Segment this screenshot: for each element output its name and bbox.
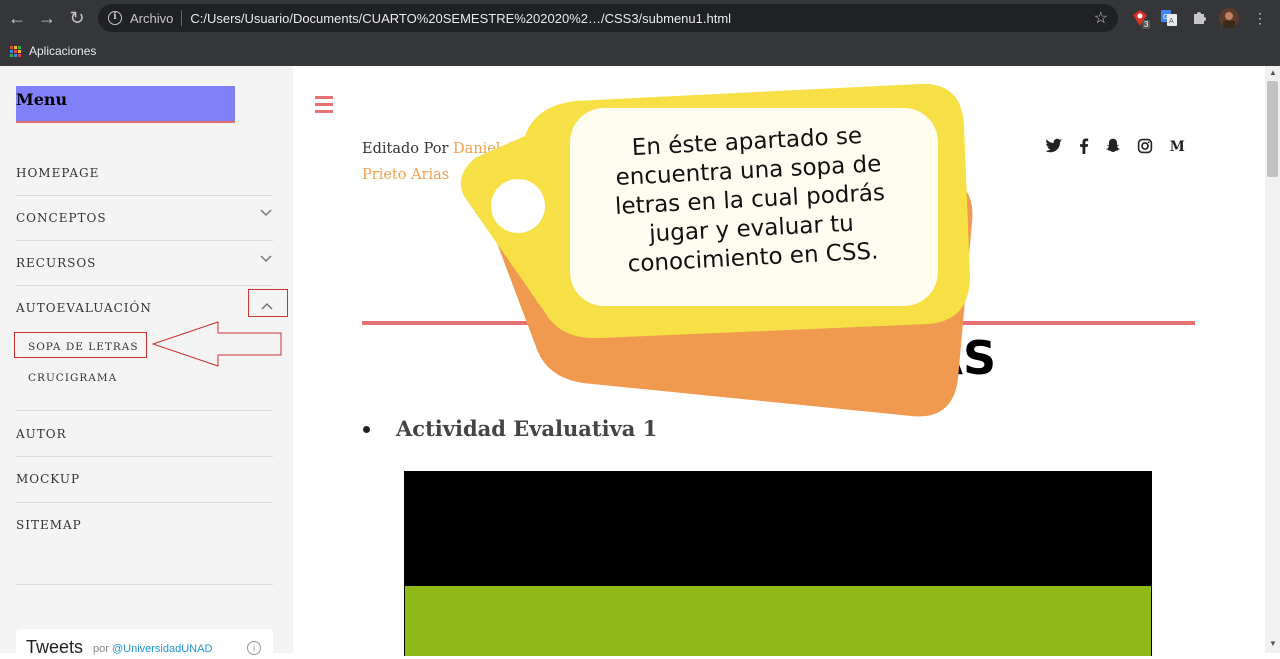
address-url[interactable]: C:/Users/Usuario/Documents/CUARTO%20SEME… [190, 11, 1070, 26]
tweets-handle-link[interactable]: @UniversidadUNAD [112, 643, 212, 655]
address-bar[interactable]: i Archivo C:/Users/Usuario/Documents/CUA… [98, 4, 1118, 32]
highlight-box-sopa [14, 332, 147, 358]
bullet-dot [363, 426, 370, 433]
info-icon[interactable]: i [108, 11, 122, 25]
embedded-activity-band[interactable] [404, 586, 1152, 656]
extension-badge: 3 [1142, 20, 1151, 29]
sidebar-item-sitemap[interactable]: SITEMAP [16, 518, 273, 532]
translate-icon[interactable]: GA [1159, 8, 1179, 28]
page-viewport: Menu HOMEPAGE CONCEPTOS RECURSOS AUTOEVA… [0, 66, 1280, 659]
address-scheme: Archivo [130, 10, 174, 26]
forward-arrow-icon[interactable]: → [32, 3, 62, 33]
medium-icon[interactable]: M [1169, 138, 1185, 154]
sidebar-divider [16, 410, 273, 411]
sidebar-item-mockup[interactable]: MOCKUP [16, 472, 273, 486]
sidebar-divider [16, 285, 273, 286]
hamburger-menu-icon[interactable] [315, 96, 333, 117]
social-links: M [1045, 138, 1185, 154]
address-separator [181, 10, 183, 26]
tweets-byline: por @UniversidadUNAD [93, 643, 212, 655]
browser-toolbar: ← → ↻ i Archivo C:/Users/Usuario/Documen… [0, 0, 1280, 36]
profile-avatar[interactable] [1219, 8, 1239, 28]
instagram-icon[interactable] [1137, 138, 1153, 154]
apps-grid-icon[interactable] [10, 45, 21, 57]
svg-text:M: M [1170, 139, 1185, 154]
chevron-down-icon[interactable] [260, 252, 272, 266]
page-scrollbar[interactable]: ▲ ▼ [1265, 66, 1280, 653]
sidebar-item-autoevaluacion[interactable]: AUTOEVALUACIÓN [16, 301, 273, 315]
facebook-icon[interactable] [1079, 138, 1089, 154]
reload-icon[interactable]: ↻ [62, 3, 92, 33]
scroll-down-arrow-icon[interactable]: ▼ [1269, 639, 1277, 648]
bookmarks-bar: Aplicaciones [0, 36, 1280, 66]
author-link-line2[interactable]: Prieto Arias [362, 167, 449, 183]
sidebar-item-conceptos[interactable]: CONCEPTOS [16, 211, 273, 225]
sidebar-item-homepage[interactable]: HOMEPAGE [16, 166, 273, 180]
tag-note-overlay: En éste apartado se encuentra una sopa d… [450, 76, 980, 456]
tag-note-text: En éste apartado se encuentra una sopa d… [614, 123, 886, 278]
puzzle-extensions-icon[interactable] [1189, 8, 1209, 28]
submenu-item-crucigrama[interactable]: CRUCIGRAMA [28, 372, 117, 384]
sidebar-item-autor[interactable]: AUTOR [16, 427, 273, 441]
svg-text:A: A [1169, 18, 1174, 25]
bookmark-star-icon[interactable]: ☆ [1094, 8, 1108, 28]
menu-header: Menu [16, 86, 235, 123]
sidebar-divider [16, 456, 273, 457]
sidebar-divider [16, 584, 273, 585]
sidebar: Menu HOMEPAGE CONCEPTOS RECURSOS AUTOEVA… [0, 66, 293, 659]
tweets-by-label: por [93, 643, 109, 655]
sidebar-divider [16, 195, 273, 196]
chevron-down-icon[interactable] [260, 206, 272, 220]
back-arrow-icon[interactable]: ← [2, 3, 32, 33]
bookmark-apps-label[interactable]: Aplicaciones [29, 44, 96, 58]
kebab-menu-icon[interactable]: ⋮ [1250, 8, 1270, 28]
tweets-widget[interactable]: Tweets por @UniversidadUNAD i [16, 629, 273, 659]
highlight-box-chevron [248, 289, 288, 317]
snapchat-icon[interactable] [1105, 138, 1121, 154]
menu-title: Menu [16, 90, 68, 109]
sidebar-item-recursos[interactable]: RECURSOS [16, 256, 273, 270]
left-arrow-icon [151, 321, 282, 367]
scroll-thumb[interactable] [1267, 81, 1278, 177]
sidebar-divider [16, 502, 273, 503]
tweets-title: Tweets [26, 637, 84, 657]
sidebar-divider [16, 240, 273, 241]
twitter-icon[interactable] [1045, 138, 1063, 154]
embedded-activity-frame[interactable] [404, 471, 1152, 586]
scroll-up-arrow-icon[interactable]: ▲ [1269, 68, 1277, 77]
svg-text:G: G [1163, 14, 1168, 21]
edited-prefix: Editado Por [362, 141, 449, 157]
